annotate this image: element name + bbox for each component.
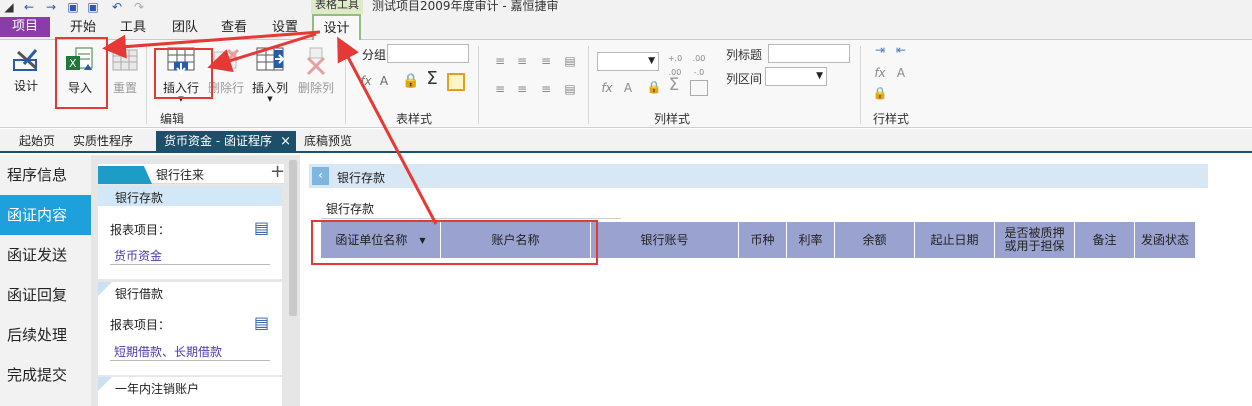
arrow-to-import <box>102 30 321 59</box>
app-window: ◢ ← → ▣ ▣ ↶ ↷ 表格工具 测试项目2009年度审计 - 嘉恒捷审 项… <box>0 0 1252 406</box>
annotation-arrows <box>102 30 438 225</box>
arrow-to-design-tab <box>337 36 438 225</box>
